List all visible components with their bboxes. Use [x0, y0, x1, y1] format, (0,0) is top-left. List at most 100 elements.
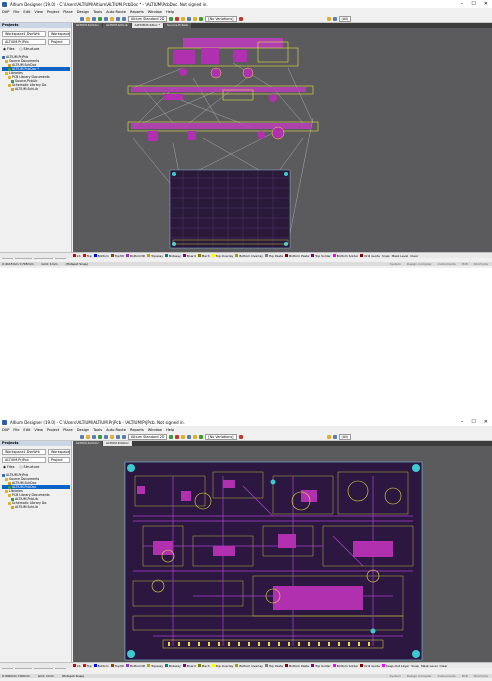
clear-button[interactable]: Clear — [410, 254, 418, 258]
via-icon[interactable] — [181, 434, 186, 439]
via-icon[interactable] — [181, 16, 186, 21]
menu-project[interactable]: Project — [47, 10, 59, 14]
layer-tab[interactable]: Keep-Out Layer — [382, 664, 409, 668]
layer-tab[interactable]: Botassy — [164, 254, 181, 258]
minimize-icon[interactable]: – — [461, 1, 464, 7]
polygon-icon[interactable] — [193, 16, 198, 21]
layer-tab[interactable]: Top Overlay — [211, 254, 233, 258]
status-shortcuts[interactable]: Shortcuts — [474, 262, 488, 266]
layer-tab[interactable]: Bottom Solder — [332, 664, 358, 668]
status-design-compiler[interactable]: Design Compiler — [407, 674, 432, 678]
layer-tab[interactable]: Top3D — [110, 664, 124, 668]
layer-tab[interactable]: Top — [82, 664, 92, 668]
maximize-icon[interactable]: ☐ — [471, 1, 475, 7]
filter-icon[interactable] — [326, 16, 331, 21]
print-icon[interactable] — [104, 16, 108, 21]
view-config-select[interactable]: Altium Standard 2D — [128, 15, 168, 22]
string-icon[interactable] — [199, 434, 204, 439]
layer-tab[interactable]: Bottom3D — [125, 664, 145, 668]
menu-tools[interactable]: Tools — [93, 10, 102, 14]
files-radio[interactable]: ◉ Files — [3, 47, 15, 51]
status-instruments[interactable]: Instruments — [438, 262, 456, 266]
clear-button[interactable]: Clear — [440, 664, 448, 668]
variant-icon[interactable] — [238, 16, 243, 21]
menu-file[interactable]: File — [13, 428, 19, 432]
close-icon[interactable]: ✕ — [484, 1, 488, 7]
menu-window[interactable]: Window — [148, 428, 162, 432]
select-icon[interactable] — [169, 434, 174, 439]
layer-tab[interactable]: Topassy — [147, 664, 163, 668]
menu-dxp[interactable]: DXP — [2, 10, 9, 14]
print-icon[interactable] — [104, 434, 108, 439]
project-button[interactable]: Project — [48, 39, 70, 45]
status-system[interactable]: System — [390, 674, 401, 678]
pcb-canvas[interactable] — [73, 446, 492, 662]
project-select[interactable]: ALTIUM.PrjPcb — [2, 39, 46, 45]
snap-button[interactable]: Snap — [382, 254, 390, 258]
menu-view[interactable]: View — [34, 10, 43, 14]
menu-design[interactable]: Design — [77, 10, 89, 14]
menu-place[interactable]: Place — [63, 428, 73, 432]
status-system[interactable]: System — [390, 262, 401, 266]
status-design-compiler[interactable]: Design Compiler — [407, 262, 432, 266]
layer-tab[interactable]: Top3D — [110, 254, 124, 258]
new-icon[interactable] — [80, 434, 84, 439]
layer-tab[interactable]: Bottom Overlay — [235, 664, 263, 668]
structure-radio[interactable]: ○ Structure — [20, 465, 40, 469]
menu-help[interactable]: Help — [166, 10, 174, 14]
open-icon[interactable] — [86, 16, 90, 21]
workspace-button[interactable]: Workspace — [48, 31, 70, 37]
layer-tab[interactable]: Bottom Paste — [285, 254, 309, 258]
snap-button[interactable]: Snap — [411, 664, 419, 668]
pad-icon[interactable] — [187, 16, 192, 21]
pcb-canvas[interactable] — [73, 28, 492, 252]
menu-project[interactable]: Project — [47, 428, 59, 432]
menu-help[interactable]: Help — [166, 428, 174, 432]
save-icon[interactable] — [92, 434, 96, 439]
workspace-select[interactable]: Workspace1.DsnWrk — [2, 31, 46, 37]
route-icon[interactable] — [175, 434, 180, 439]
layer-tab[interactable]: Top Solder — [311, 664, 331, 668]
maximize-icon[interactable]: ☐ — [471, 419, 475, 425]
layer-tab[interactable]: Top — [82, 254, 92, 258]
layer-tab[interactable]: LS — [73, 254, 81, 258]
layer-tab[interactable]: Board — [182, 664, 196, 668]
tree-item[interactable]: ALTIUM.SchLib — [2, 87, 70, 91]
layer-tab[interactable]: Bottom Paste — [285, 664, 309, 668]
layer-tab[interactable]: Botassy — [164, 664, 181, 668]
layer-tab[interactable]: Bottom — [93, 664, 109, 668]
copy-icon[interactable] — [116, 434, 120, 439]
layer-tab[interactable]: Bottom — [93, 254, 109, 258]
workspace-button[interactable]: Workspace — [48, 449, 70, 455]
workspace-select[interactable]: Workspace1.DsnWrk — [2, 449, 46, 455]
layer-tab[interactable]: LS — [73, 664, 81, 668]
menu-edit[interactable]: Edit — [23, 10, 30, 14]
layer-tab[interactable]: Mech — [197, 254, 210, 258]
layer-tab[interactable]: Board — [182, 254, 196, 258]
cut-icon[interactable] — [110, 434, 114, 439]
structure-radio[interactable]: ○ Structure — [20, 47, 40, 51]
layer-tab[interactable]: Drill Guide — [360, 664, 380, 668]
polygon-icon[interactable] — [193, 434, 198, 439]
menu-auto-route[interactable]: Auto Route — [106, 428, 126, 432]
mask-level-button[interactable]: Mask Level — [421, 664, 438, 668]
menu-dxp[interactable]: DXP — [2, 428, 9, 432]
copy-icon[interactable] — [116, 16, 120, 21]
files-radio[interactable]: ◉ Files — [3, 465, 15, 469]
layer-tab[interactable]: Topassy — [147, 254, 163, 258]
menu-tools[interactable]: Tools — [93, 428, 102, 432]
pad-icon[interactable] — [187, 434, 192, 439]
menu-design[interactable]: Design — [77, 428, 89, 432]
project-button[interactable]: Project — [48, 457, 70, 463]
select-icon[interactable] — [169, 16, 174, 21]
zoom-icon[interactable] — [98, 16, 102, 21]
project-select[interactable]: ALTIUM.PrjPcb — [2, 457, 46, 463]
menu-place[interactable]: Place — [63, 10, 73, 14]
menu-reports[interactable]: Reports — [130, 428, 144, 432]
tree-item[interactable]: ALTIUM.SchLib — [2, 505, 70, 509]
mask-icon[interactable] — [332, 434, 337, 439]
variations-select[interactable]: [No Variations] — [205, 433, 237, 440]
layer-tab[interactable]: Bottom3D — [125, 254, 145, 258]
menu-reports[interactable]: Reports — [130, 10, 144, 14]
layer-tab[interactable]: Top Overlay — [211, 664, 233, 668]
